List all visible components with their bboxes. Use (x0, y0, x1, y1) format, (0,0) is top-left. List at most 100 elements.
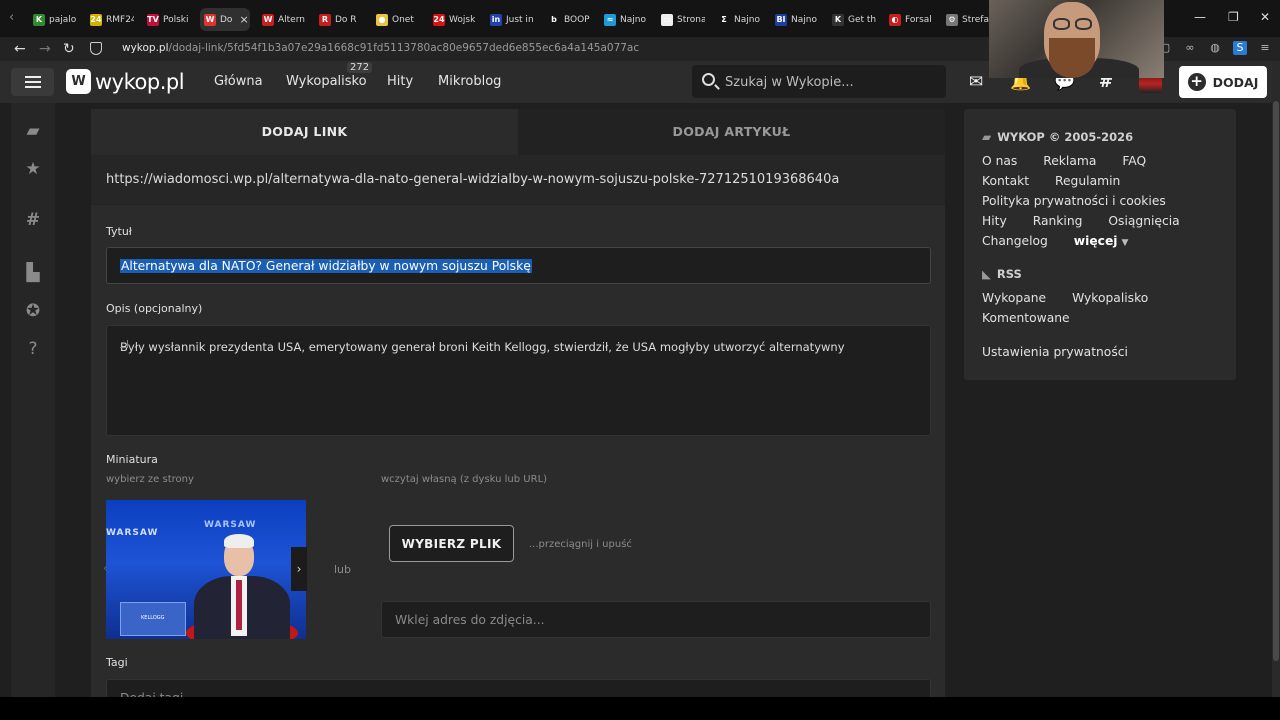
title-field[interactable]: Alternatywa dla NATO? Generał widziałby … (106, 247, 931, 284)
link-polityka-prywatnosci[interactable]: Polityka prywatności i cookies (982, 194, 1166, 208)
link-regulamin[interactable]: Regulamin (1055, 174, 1120, 188)
tag-hash-icon[interactable]: # (23, 210, 43, 230)
search-box (692, 65, 946, 98)
site-logo[interactable]: W wykop.pl (66, 69, 185, 94)
browser-tab[interactable]: K Get th (832, 8, 876, 31)
resize-handle-icon[interactable] (120, 340, 128, 348)
site-info-icon[interactable] (90, 42, 102, 55)
description-value: Były wysłannik prezydenta USA, emerytowa… (120, 340, 845, 354)
tab-dodaj-link[interactable]: DODAJ LINK (91, 109, 518, 155)
close-window-icon[interactable]: ✕ (1260, 10, 1270, 24)
url-field[interactable]: wykop.pl/dodaj-link/5fd54f1b3a07e29a1668… (122, 42, 639, 54)
browser-tab[interactable]: W Altern (262, 8, 306, 31)
browser-tab[interactable]: ▭ Strona (661, 8, 705, 31)
logo-mark-icon: W (66, 69, 91, 94)
tab-dodaj-artykul[interactable]: DODAJ ARTYKUŁ (518, 109, 945, 155)
extension-icon[interactable]: ◍ (1208, 41, 1222, 55)
rss-link-komentowane[interactable]: Komentowane (982, 311, 1070, 325)
browser-tab[interactable]: Kpajalo (33, 8, 77, 31)
page-body: ▰ ★ # ▙ ✪ ? DODAJ LINK DODAJ ARTYKUŁ htt… (0, 103, 1272, 697)
chevron-right-icon[interactable]: › (291, 547, 307, 591)
tab-label: Strona (677, 14, 705, 25)
wykop-logo-icon[interactable]: ▰ (23, 121, 43, 141)
tab-favicon-icon: 24 (90, 13, 102, 26)
browser-menu-icon[interactable]: ≡ (1258, 41, 1272, 55)
chevron-left-icon[interactable]: ‹ (103, 561, 108, 575)
link-hity[interactable]: Hity (982, 214, 1007, 228)
browser-tab[interactable]: b BOOP (548, 8, 592, 31)
tab-label: Onet (392, 14, 414, 25)
copyright-heading: ▰ WYKOP © 2005-2026 (982, 130, 1133, 144)
title-label: Tytuł (106, 225, 132, 238)
tab-scroll-left-icon[interactable]: ‹ (9, 11, 23, 25)
wykopalisko-count-badge: 272 (347, 62, 373, 73)
bottom-bar (0, 697, 1280, 720)
minimize-icon[interactable]: — (1194, 10, 1206, 24)
reload-icon[interactable]: ↻ (63, 40, 75, 58)
thumbnail-from-page-label: wybierz ze strony (106, 474, 194, 485)
extension-icon[interactable]: S (1233, 41, 1247, 55)
extension-icon[interactable]: ∞ (1183, 41, 1197, 55)
link-changelog[interactable]: Changelog (982, 234, 1048, 248)
restore-icon[interactable]: ❐ (1228, 10, 1239, 24)
link-faq[interactable]: FAQ (1122, 154, 1146, 168)
link-reklama[interactable]: Reklama (1043, 154, 1096, 168)
tags-label: Tagi (106, 656, 128, 669)
browser-tab[interactable]: 24 RMF24 (90, 8, 134, 31)
browser-tab[interactable]: ⚙ Strefa (946, 8, 990, 31)
thumbnail-caption: KELLOGG (141, 615, 165, 621)
thumbnail-banner-text: WARSAW (106, 528, 159, 538)
privacy-settings-link[interactable]: Ustawienia prywatności (982, 345, 1128, 359)
browser-tab[interactable]: R Do R (319, 8, 363, 31)
add-button[interactable]: + DODAJ (1179, 66, 1267, 98)
nav-mikroblog[interactable]: Mikroblog (438, 74, 501, 89)
page-scrollbar[interactable] (1272, 61, 1280, 697)
browser-tab[interactable]: ● Onet (376, 8, 420, 31)
hamburger-menu-icon[interactable] (11, 68, 54, 96)
browser-tab[interactable]: W Do × (200, 8, 250, 31)
link-o-nas[interactable]: O nas (982, 154, 1017, 168)
achievement-icon[interactable]: ✪ (23, 301, 43, 321)
link-ranking[interactable]: Ranking (1033, 214, 1083, 228)
rss-link-wykopane[interactable]: Wykopane (982, 291, 1046, 305)
link-osiagniecia[interactable]: Osiągnięcia (1108, 214, 1179, 228)
star-icon[interactable]: ★ (23, 159, 43, 179)
tab-favicon-icon: W (262, 13, 274, 26)
help-icon[interactable]: ? (23, 339, 43, 359)
add-button-label: DODAJ (1212, 74, 1259, 90)
nav-wykopalisko[interactable]: Wykopalisko (286, 74, 367, 89)
forward-icon[interactable]: → (39, 40, 51, 58)
browser-tab[interactable]: BI Najno (775, 8, 819, 31)
more-links-button[interactable]: więcej ▼ (1074, 234, 1151, 248)
tab-favicon-icon: TV (147, 13, 159, 26)
tab-favicon-icon: W (204, 13, 216, 26)
ranking-icon[interactable]: ▙ (23, 263, 43, 283)
search-input[interactable] (725, 72, 935, 92)
nav-glowna[interactable]: Główna (214, 74, 263, 89)
tab-favicon-icon: ≈ (604, 13, 616, 26)
tab-label: Polski (163, 14, 189, 25)
choose-file-button[interactable]: WYBIERZ PLIK (389, 525, 514, 562)
image-url-field (381, 601, 931, 638)
thumbnail-image[interactable]: WARSAW WARSAW KELLOGG (106, 500, 306, 639)
browser-tab[interactable]: ≈ Najno (604, 8, 648, 31)
tags-field (106, 679, 931, 697)
browser-tab[interactable]: 24 Wojsk (433, 8, 477, 31)
source-url: https://wiadomosci.wp.pl/alternatywa-dla… (106, 172, 840, 187)
browser-tab[interactable]: TV Polski (147, 8, 191, 31)
description-textarea[interactable]: Były wysłannik prezydenta USA, emerytowa… (106, 325, 931, 436)
link-kontakt[interactable]: Kontakt (982, 174, 1029, 188)
image-url-input[interactable] (395, 611, 895, 629)
close-tab-icon[interactable]: × (239, 13, 248, 26)
tags-input[interactable] (120, 689, 620, 697)
browser-tab[interactable]: Σ Najno (718, 8, 762, 31)
messages-icon[interactable]: ✉ (966, 72, 986, 92)
rss-link-wykopalisko[interactable]: Wykopalisko (1072, 291, 1148, 305)
tab-label: Najno (734, 14, 760, 25)
browser-tab[interactable]: ◐ Forsal (889, 8, 933, 31)
back-icon[interactable]: ← (14, 40, 26, 58)
nav-hity[interactable]: Hity (387, 74, 413, 89)
chevron-down-icon: ▼ (1121, 238, 1129, 248)
browser-tab[interactable]: in Just in (490, 8, 534, 31)
tab-label: Just in (506, 14, 534, 25)
